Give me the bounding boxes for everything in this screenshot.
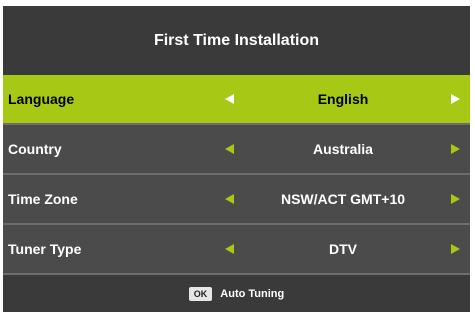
setting-value: Australia xyxy=(313,141,373,157)
triangle-left-icon[interactable] xyxy=(225,244,234,254)
setting-label: Country xyxy=(8,141,62,157)
triangle-right-icon[interactable] xyxy=(451,94,460,104)
screen-frame: First Time Installation Language English… xyxy=(0,0,475,315)
setting-label: Time Zone xyxy=(8,191,78,207)
triangle-right-icon[interactable] xyxy=(451,194,460,204)
triangle-right-icon[interactable] xyxy=(451,144,460,154)
setting-value: DTV xyxy=(329,241,357,257)
dialog-title: First Time Installation xyxy=(153,31,320,49)
setting-row-language[interactable]: Language English xyxy=(3,75,470,125)
dialog-footer: OK Auto Tuning xyxy=(3,275,470,312)
setting-value: English xyxy=(317,91,369,107)
setting-row-tuner-type[interactable]: Tuner Type DTV xyxy=(3,225,470,275)
setting-value: NSW/ACT GMT+10 xyxy=(280,191,406,207)
triangle-left-icon[interactable] xyxy=(225,194,234,204)
ok-key-badge: OK xyxy=(188,286,213,301)
installation-dialog: First Time Installation Language English… xyxy=(3,6,470,312)
setting-label: Tuner Type xyxy=(8,241,82,257)
auto-tuning-hint[interactable]: Auto Tuning xyxy=(220,288,284,300)
setting-row-time-zone[interactable]: Time Zone NSW/ACT GMT+10 xyxy=(3,175,470,225)
settings-list: Language English Country Australia Time … xyxy=(3,75,470,275)
dialog-title-bar: First Time Installation xyxy=(3,6,470,75)
triangle-right-icon[interactable] xyxy=(451,244,460,254)
setting-label: Language xyxy=(8,91,75,107)
setting-row-country[interactable]: Country Australia xyxy=(3,125,470,175)
triangle-left-icon[interactable] xyxy=(225,144,234,154)
triangle-left-icon[interactable] xyxy=(225,94,234,104)
